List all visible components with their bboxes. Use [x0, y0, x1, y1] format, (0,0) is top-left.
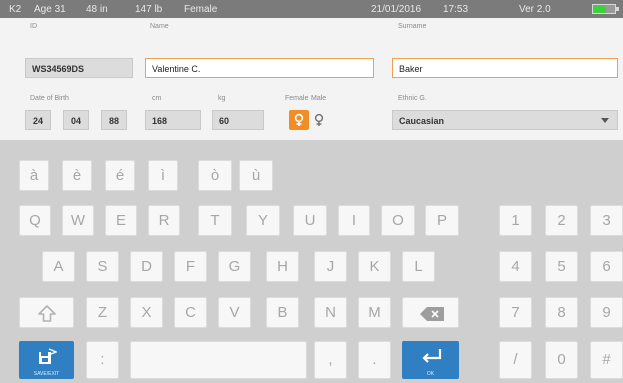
numpad-key[interactable]: 6: [590, 251, 623, 282]
ok-button[interactable]: OK: [402, 341, 459, 379]
weight-field[interactable]: 60: [212, 110, 264, 130]
shift-icon: [38, 305, 56, 322]
patient-entry-screen: K2 Age 31 48 in 147 lb Female 21/01/2016…: [0, 0, 623, 383]
battery-nub: [616, 7, 619, 11]
key-letter[interactable]: V: [218, 297, 251, 328]
status-time: 17:53: [443, 4, 469, 15]
key-letter[interactable]: L: [402, 251, 435, 282]
on-screen-keyboard: à è é ì ò ù Q W E R T Y U I O P A S D F …: [0, 140, 623, 383]
ethnic-label: Ethnic G.: [398, 95, 427, 102]
backspace-icon: [420, 307, 444, 321]
status-version: Ver 2.0: [519, 4, 551, 15]
key-letter[interactable]: P: [425, 205, 459, 236]
key-letter[interactable]: C: [174, 297, 207, 328]
key-punctuation[interactable]: ,: [314, 341, 347, 379]
numpad-key[interactable]: 2: [545, 205, 578, 236]
key-letter[interactable]: H: [266, 251, 299, 282]
dob-day-field[interactable]: 24: [25, 110, 51, 130]
save-exit-button[interactable]: SAVE/EXIT: [19, 341, 74, 379]
status-weight: 147 lb: [135, 4, 163, 15]
key-letter[interactable]: F: [174, 251, 207, 282]
key-accent[interactable]: ù: [239, 160, 273, 191]
weight-label: kg: [218, 95, 226, 102]
key-punctuation[interactable]: .: [358, 341, 391, 379]
key-letter[interactable]: J: [314, 251, 347, 282]
battery-fill: [593, 5, 606, 13]
numpad-key[interactable]: 3: [590, 205, 623, 236]
key-letter[interactable]: T: [198, 205, 232, 236]
height-label: cm: [152, 95, 162, 102]
id-field[interactable]: WS34569DS: [25, 58, 133, 78]
key-accent[interactable]: ò: [198, 160, 232, 191]
name-field[interactable]: Valentine C.: [145, 58, 374, 78]
key-letter[interactable]: E: [105, 205, 137, 236]
numpad-key[interactable]: #: [590, 341, 623, 379]
male-symbol-icon: [314, 113, 324, 126]
save-exit-label: SAVE/EXIT: [33, 371, 60, 377]
status-date: 21/01/2016: [371, 4, 422, 15]
save-exit-icon: [39, 348, 57, 364]
key-letter[interactable]: U: [293, 205, 327, 236]
height-field[interactable]: 168: [145, 110, 201, 130]
numpad-key[interactable]: 4: [499, 251, 532, 282]
dob-year-field[interactable]: 88: [101, 110, 127, 130]
numpad-key[interactable]: 5: [545, 251, 578, 282]
status-sex: Female: [184, 4, 218, 15]
status-id-code: K2: [9, 4, 22, 15]
key-accent[interactable]: ì: [148, 160, 178, 191]
key-accent[interactable]: è: [62, 160, 92, 191]
shift-key[interactable]: [19, 297, 74, 328]
status-age: Age 31: [34, 4, 66, 15]
numpad-key[interactable]: 1: [499, 205, 532, 236]
numpad-key[interactable]: 0: [545, 341, 578, 379]
key-letter[interactable]: Z: [86, 297, 119, 328]
key-accent[interactable]: à: [19, 160, 49, 191]
numpad-key[interactable]: 7: [499, 297, 532, 328]
backspace-key[interactable]: [402, 297, 459, 328]
id-label: ID: [30, 23, 37, 30]
female-button[interactable]: [289, 110, 309, 130]
key-letter[interactable]: Y: [246, 205, 280, 236]
key-letter[interactable]: X: [130, 297, 163, 328]
status-bar: K2 Age 31 48 in 147 lb Female 21/01/2016…: [0, 0, 623, 18]
male-button[interactable]: [309, 110, 329, 130]
key-letter[interactable]: N: [314, 297, 347, 328]
ok-label: OK: [426, 371, 435, 377]
key-letter[interactable]: I: [338, 205, 370, 236]
numpad-key[interactable]: 8: [545, 297, 578, 328]
numpad-key[interactable]: 9: [590, 297, 623, 328]
ethnic-value: Caucasian: [399, 116, 445, 126]
key-letter[interactable]: G: [218, 251, 251, 282]
key-letter[interactable]: D: [130, 251, 163, 282]
key-letter[interactable]: A: [42, 251, 75, 282]
key-letter[interactable]: Q: [19, 205, 51, 236]
surname-field[interactable]: Baker: [392, 58, 618, 78]
numpad-key[interactable]: /: [499, 341, 532, 379]
name-label: Name: [150, 23, 169, 30]
patient-form: ID WS34569DS Name Valentine C. Surname B…: [0, 18, 623, 140]
key-letter[interactable]: S: [86, 251, 119, 282]
space-key[interactable]: [130, 341, 307, 379]
battery-icon: [592, 4, 619, 14]
surname-label: Surname: [398, 23, 427, 30]
key-letter[interactable]: W: [62, 205, 94, 236]
female-label: Female: [285, 95, 309, 102]
status-height: 48 in: [86, 4, 108, 15]
chevron-down-icon: [601, 118, 609, 123]
key-accent[interactable]: é: [105, 160, 135, 191]
dob-month-field[interactable]: 04: [63, 110, 89, 130]
key-letter[interactable]: R: [148, 205, 180, 236]
key-letter[interactable]: O: [381, 205, 415, 236]
key-letter[interactable]: B: [266, 297, 299, 328]
key-letter[interactable]: K: [358, 251, 391, 282]
ethnic-select[interactable]: Caucasian: [392, 110, 618, 130]
male-label: Male: [311, 95, 327, 102]
dob-label: Date of Birth: [30, 95, 69, 102]
key-letter[interactable]: M: [358, 297, 391, 328]
enter-icon: [422, 349, 442, 363]
female-symbol-icon: [294, 113, 304, 126]
key-punctuation[interactable]: :: [86, 341, 119, 379]
